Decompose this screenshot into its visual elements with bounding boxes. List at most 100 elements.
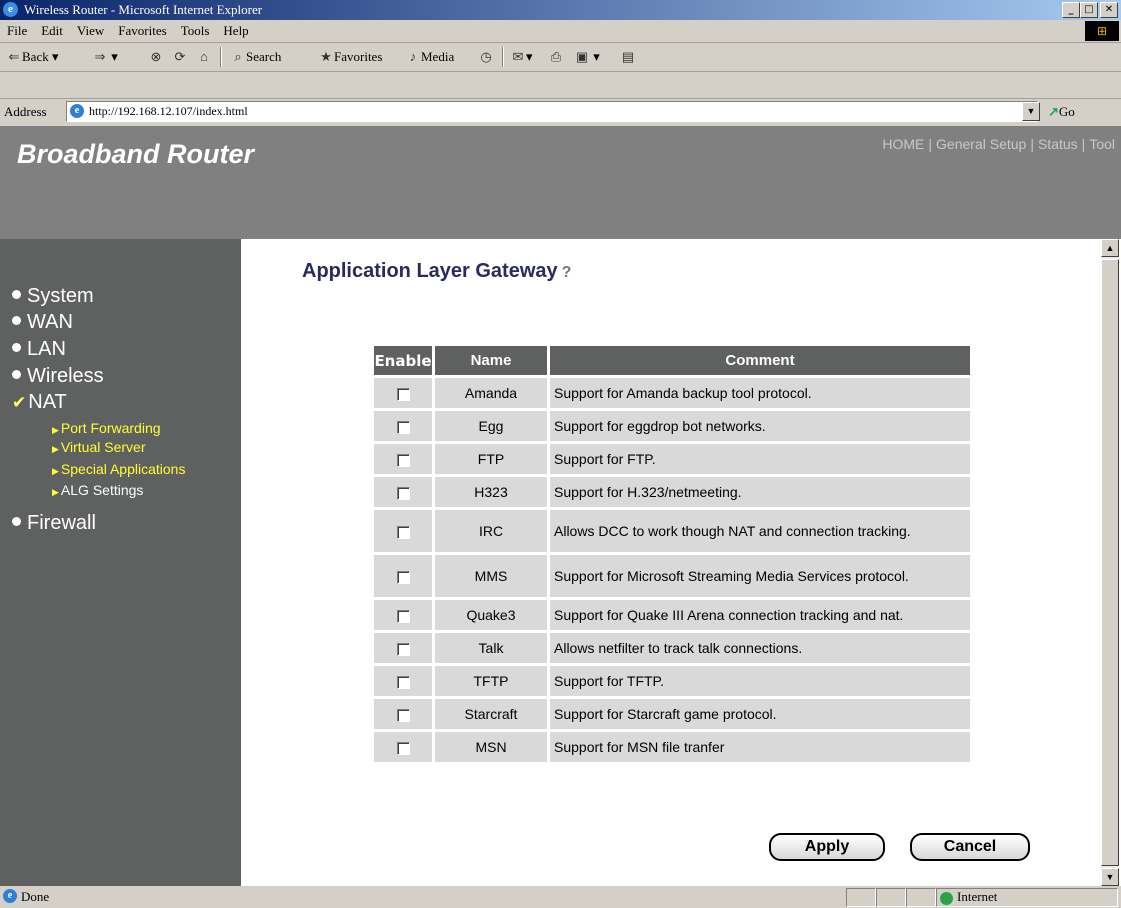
- table-row: H323 Support for H.323/netmeeting.: [374, 477, 970, 507]
- discuss-button[interactable]: ▤: [620, 49, 636, 65]
- cancel-button[interactable]: Cancel: [910, 833, 1030, 861]
- table-row: TFTP Support for TFTP.: [374, 666, 970, 696]
- sidebar-item-firewall[interactable]: Firewall: [12, 512, 96, 535]
- enable-checkbox-egg[interactable]: [396, 420, 410, 434]
- menu-favorites[interactable]: Favorites: [111, 20, 173, 39]
- address-url: http://192.168.12.107/index.html: [89, 104, 248, 118]
- page-title: Application Layer Gateway?: [302, 260, 572, 282]
- scroll-thumb[interactable]: [1101, 259, 1119, 866]
- address-bar: Address e http://192.168.12.107/index.ht…: [0, 100, 1121, 124]
- page-content: Broadband Router HOME | General Setup | Stat…: [0, 126, 1121, 886]
- alg-comment: Allows DCC to work though NAT and connec…: [550, 510, 970, 552]
- enable-checkbox-starcraft[interactable]: [396, 708, 410, 722]
- alg-table: Enable Name Comment Amanda Support for A…: [371, 343, 973, 765]
- menu-file[interactable]: File: [0, 20, 34, 39]
- menu-tools[interactable]: Tools: [174, 20, 217, 39]
- forward-button[interactable]: ⇒ ▾: [92, 49, 118, 65]
- enable-checkbox-h323[interactable]: [396, 486, 410, 500]
- enable-checkbox-mms[interactable]: [396, 570, 410, 584]
- router-header: Broadband Router HOME | General Setup | Stat…: [0, 128, 1121, 239]
- alg-comment: Support for TFTP.: [550, 666, 970, 696]
- enable-checkbox-irc[interactable]: [396, 525, 410, 539]
- edit-button[interactable]: ▣ ▾: [574, 49, 600, 65]
- alg-comment: Support for Amanda backup tool protocol.: [550, 378, 970, 408]
- address-dropdown-icon[interactable]: ▼: [1022, 102, 1040, 121]
- brand-title: Broadband Router: [17, 139, 255, 169]
- toolbar-spacer: [0, 72, 1121, 99]
- bullet-icon: [12, 290, 21, 300]
- maximize-icon[interactable]: □: [1080, 2, 1098, 18]
- window-title-bar[interactable]: e Wireless Router - Microsoft Internet E…: [0, 0, 1121, 20]
- vertical-scrollbar[interactable]: ▲ ▼: [1101, 239, 1119, 886]
- enable-checkbox-quake3[interactable]: [396, 609, 410, 623]
- enable-checkbox-amanda[interactable]: [396, 387, 410, 401]
- table-header-row: Enable Name Comment: [374, 346, 970, 375]
- print-button[interactable]: ⎙: [548, 49, 564, 65]
- column-header-name: Name: [435, 346, 547, 375]
- submenu-virtual-server[interactable]: ▶ Virtual Server: [52, 439, 145, 455]
- stop-icon: ⊗: [150, 49, 162, 64]
- bullet-icon: [12, 343, 21, 353]
- window-title: Wireless Router - Microsoft Internet Exp…: [24, 2, 263, 17]
- table-row: Quake3 Support for Quake III Arena conne…: [374, 600, 970, 630]
- sidebar-item-system[interactable]: System: [12, 285, 94, 308]
- minimize-icon[interactable]: _: [1062, 2, 1080, 18]
- sidebar-item-lan[interactable]: LAN: [12, 338, 66, 361]
- media-button[interactable]: ♪ Media: [405, 49, 454, 65]
- discuss-icon: ▤: [621, 49, 635, 64]
- sidebar-item-nat[interactable]: ✔ NAT: [12, 391, 67, 414]
- sidebar-item-wireless[interactable]: Wireless: [12, 365, 104, 388]
- favorites-button[interactable]: ★ Favorites: [318, 49, 382, 65]
- enable-checkbox-ftp[interactable]: [396, 453, 410, 467]
- address-input[interactable]: e http://192.168.12.107/index.html: [66, 101, 1038, 122]
- sidebar-item-wan[interactable]: WAN: [12, 311, 73, 334]
- refresh-icon: ⟳: [174, 49, 186, 64]
- submenu-port-forwarding[interactable]: ▶ Port Forwarding: [52, 420, 161, 436]
- nav-status[interactable]: Status: [1038, 136, 1078, 152]
- refresh-button[interactable]: ⟳: [172, 49, 188, 65]
- alg-comment: Support for eggdrop bot networks.: [550, 411, 970, 441]
- alg-name: Starcraft: [435, 699, 547, 729]
- menu-help[interactable]: Help: [216, 20, 255, 39]
- globe-icon: [940, 891, 953, 905]
- table-row: MMS Support for Microsoft Streaming Medi…: [374, 555, 970, 597]
- stop-button[interactable]: ⊗: [148, 49, 164, 65]
- nav-tool[interactable]: Tool: [1089, 136, 1115, 152]
- scroll-up-icon[interactable]: ▲: [1101, 239, 1119, 257]
- alg-name: MSN: [435, 732, 547, 762]
- back-button[interactable]: ⇐ Back ▾: [6, 49, 59, 65]
- edit-icon: ▣: [575, 49, 589, 64]
- go-button[interactable]: ↗Go: [1048, 104, 1075, 120]
- history-button[interactable]: ◷: [478, 49, 494, 65]
- help-icon[interactable]: ?: [562, 264, 572, 282]
- submenu-alg-settings[interactable]: ▶ ALG Settings: [52, 482, 143, 498]
- mail-button[interactable]: ✉ ▾: [510, 49, 533, 65]
- table-row: Amanda Support for Amanda backup tool pr…: [374, 378, 970, 408]
- main-panel: Application Layer Gateway? Enable Name C…: [241, 239, 1097, 886]
- menu-view[interactable]: View: [70, 20, 111, 39]
- scroll-down-icon[interactable]: ▼: [1101, 868, 1119, 886]
- enable-checkbox-tftp[interactable]: [396, 675, 410, 689]
- close-icon[interactable]: ✕: [1100, 2, 1118, 18]
- alg-name: Quake3: [435, 600, 547, 630]
- nav-general-setup[interactable]: General Setup: [936, 136, 1026, 152]
- arrow-right-icon: ▶: [52, 444, 59, 454]
- submenu-special-applications[interactable]: ▶ Special Applications: [52, 461, 185, 477]
- alg-comment: Allows netfilter to track talk connectio…: [550, 633, 970, 663]
- nav-home[interactable]: HOME: [882, 136, 924, 152]
- column-header-comment: Comment: [550, 346, 970, 375]
- search-button[interactable]: ⌕ Search: [230, 49, 281, 65]
- history-icon: ◷: [480, 49, 492, 64]
- checkmark-icon: ✔: [12, 393, 27, 412]
- windows-flag-icon: ⊞: [1085, 21, 1119, 41]
- arrow-right-icon: ▶: [52, 487, 59, 497]
- menu-edit[interactable]: Edit: [34, 20, 70, 39]
- alg-name: Talk: [435, 633, 547, 663]
- apply-button[interactable]: Apply: [769, 833, 885, 861]
- home-button[interactable]: ⌂: [196, 49, 212, 65]
- alg-comment: Support for FTP.: [550, 444, 970, 474]
- favorites-icon: ★: [320, 49, 332, 64]
- enable-checkbox-msn[interactable]: [396, 741, 410, 755]
- browser-toolbar: ⇐ Back ▾ ⇒ ▾ ⊗ ⟳ ⌂ ⌕ Search ★ Favorites ♪ Me…: [0, 43, 1121, 72]
- enable-checkbox-talk[interactable]: [396, 642, 410, 656]
